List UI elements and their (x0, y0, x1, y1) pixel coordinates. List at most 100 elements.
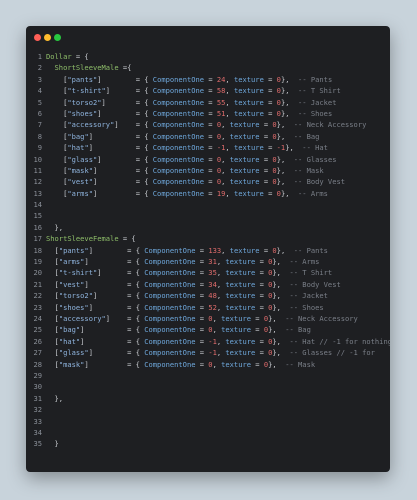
code-text: ShortSleeveMale ={ (46, 62, 132, 73)
code-token: "t-shirt" (67, 86, 106, 96)
code-token: [ (46, 97, 68, 107)
code-token: = (263, 97, 277, 107)
code-text: ["bag"] = { ComponentOne = 0, texture = … (46, 131, 319, 142)
code-token: -1 (276, 143, 286, 153)
code-line: 20 ["t-shirt"] = { ComponentOne = 35, te… (26, 267, 390, 278)
code-token: "shoes" (67, 108, 98, 118)
code-token: = (255, 291, 269, 301)
code-token: ShortSleeveFemale (46, 234, 119, 244)
code-token: -- T Shirt (289, 268, 333, 278)
code-line: 17 ShortSleeveFemale = { (26, 233, 390, 244)
code-token: ] = { (88, 245, 145, 255)
code-text: ["pants"] = { ComponentOne = 24, texture… (46, 74, 332, 85)
code-text: ["accessory"] = { ComponentOne = 0, text… (46, 313, 358, 324)
maximize-dot-icon[interactable] (54, 34, 61, 41)
code-token: ] = { (105, 86, 153, 96)
code-line: 34 (26, 427, 390, 438)
code-token: -- Bag (285, 325, 311, 335)
code-line: 22 ["torso2"] = { ComponentOne = 48, tex… (26, 290, 390, 301)
code-token: , (225, 188, 234, 198)
code-token: texture (225, 291, 256, 301)
code-token: -- Hat (302, 143, 328, 153)
code-token: ] = { (114, 120, 153, 130)
code-token: -- Glasses (293, 154, 337, 164)
code-token: "torso2" (67, 97, 102, 107)
code-token: [ (46, 348, 59, 358)
code-token: "arms" (67, 188, 93, 198)
code-token: "pants" (58, 245, 89, 255)
code-token: = (204, 143, 217, 153)
code-line: 4 ["t-shirt"] = { ComponentOne = 58, tex… (26, 85, 390, 96)
line-number: 31 (33, 393, 42, 403)
code-token: [ (46, 188, 68, 198)
line-number: 5 (37, 97, 42, 107)
code-token: ] = { (92, 177, 153, 187)
code-token: [ (46, 313, 59, 323)
line-number: 23 (33, 302, 42, 312)
code-token: 52 (208, 302, 217, 312)
code-token: }, (276, 131, 294, 141)
code-token: "accessory" (67, 120, 115, 130)
code-text: ["arms"] = { ComponentOne = 31, texture … (46, 256, 320, 267)
code-line: 12 ["vest"] = { ComponentOne = 0, textur… (26, 176, 390, 187)
code-token: = (195, 245, 209, 255)
code-token: }, (276, 165, 294, 175)
code-token: -- Neck Accessory (293, 120, 367, 130)
code-token: ] = { (84, 257, 145, 267)
code-token: , (221, 245, 230, 255)
code-text: ["shoes"] = { ComponentOne = 51, texture… (46, 108, 332, 119)
code-token: = (204, 86, 217, 96)
code-line: 10 ["glass"] = { ComponentOne = 0, textu… (26, 154, 390, 165)
code-token: ComponentOne (152, 131, 205, 141)
code-token: texture (229, 154, 260, 164)
code-token: -- Arms (289, 257, 320, 267)
code-token: -- Shoes (298, 108, 333, 118)
code-token: ComponentOne (152, 154, 205, 164)
code-token: }, (46, 222, 64, 232)
code-token: [ (46, 108, 68, 118)
code-token: }, (276, 154, 294, 164)
code-token: }, (280, 188, 299, 198)
code-token: -1 (208, 348, 217, 358)
code-text: }, (46, 393, 64, 404)
line-number: 35 (33, 439, 42, 449)
code-token: texture (229, 131, 260, 141)
line-number: 16 (33, 222, 42, 232)
line-number: 14 (33, 200, 42, 210)
code-token: texture (225, 348, 256, 358)
code-text: ["hat"] = { ComponentOne = -1, texture =… (46, 142, 328, 153)
code-line: 19 ["arms"] = { ComponentOne = 31, textu… (26, 256, 390, 267)
code-token: , (221, 177, 230, 187)
code-token: }, (276, 177, 294, 187)
code-token: = (251, 325, 264, 335)
code-token: ComponentOne (152, 188, 205, 198)
line-number: 12 (33, 177, 42, 187)
code-token: [ (46, 74, 68, 84)
code-line: 16 }, (26, 222, 390, 233)
code-token: ] = { (97, 74, 153, 84)
code-token: -- Neck Accessory (285, 313, 358, 323)
code-token: "glass" (58, 348, 89, 358)
code-line: 7 ["accessory"] = { ComponentOne = 0, te… (26, 119, 390, 130)
code-token: [ (46, 325, 59, 335)
code-token: }, (280, 108, 299, 118)
code-token: ] = { (84, 279, 145, 289)
code-token: ComponentOne (152, 108, 205, 118)
code-token: ComponentOne (152, 143, 205, 153)
code-token: }, (276, 120, 294, 130)
code-text: ["arms"] = { ComponentOne = 19, texture … (46, 188, 328, 199)
minimize-dot-icon[interactable] (44, 34, 51, 41)
code-token: texture (221, 325, 252, 335)
code-token: "hat" (67, 143, 89, 153)
code-token: [ (46, 279, 59, 289)
line-number: 15 (33, 211, 42, 221)
close-dot-icon[interactable] (34, 34, 41, 41)
code-token: = (251, 359, 264, 369)
code-token: ] = { (88, 131, 153, 141)
code-line: 15 (26, 210, 390, 221)
code-token: = (204, 97, 217, 107)
code-token: -- Jacket (298, 97, 337, 107)
code-token: ComponentOne (144, 279, 196, 289)
code-token: , (212, 313, 222, 323)
code-token: texture (225, 268, 256, 278)
